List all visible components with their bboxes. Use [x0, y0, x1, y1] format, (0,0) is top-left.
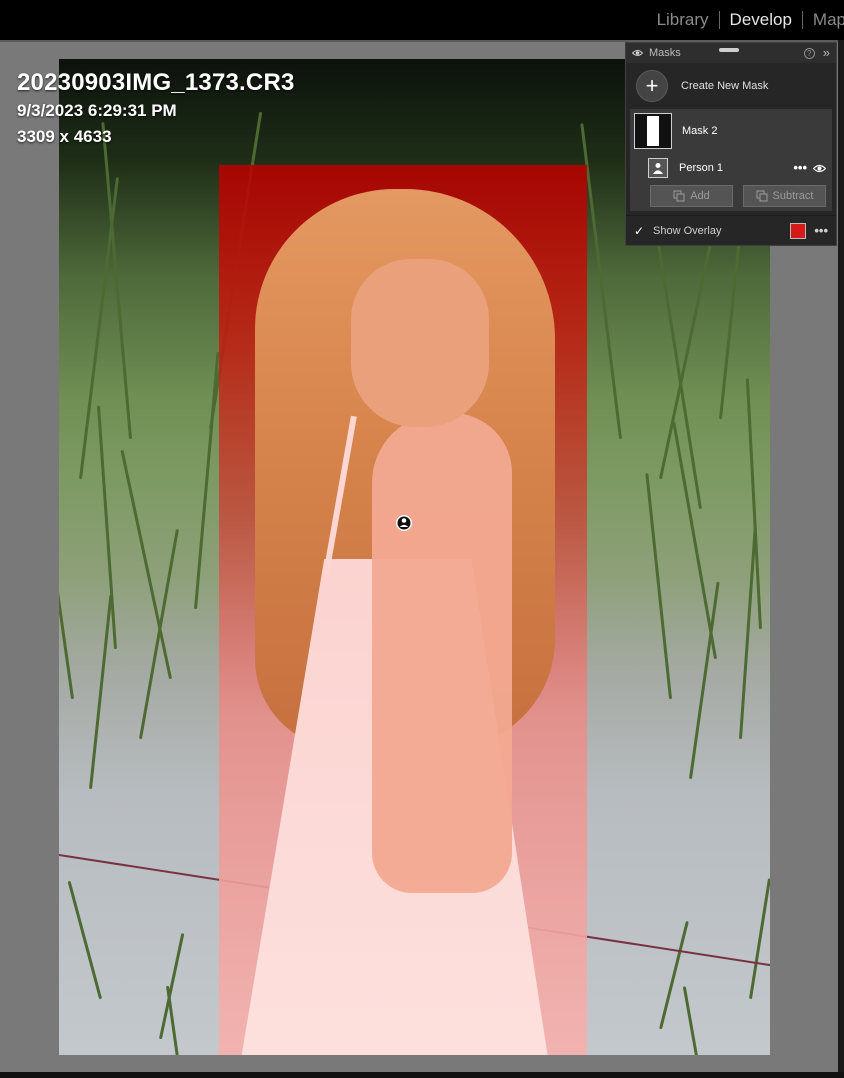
subtract-button[interactable]: Subtract	[743, 185, 826, 207]
subject-face	[351, 259, 489, 427]
person-icon	[648, 158, 668, 178]
visibility-eye-icon[interactable]	[813, 164, 826, 173]
add-subtract-row: Add Subtract	[630, 183, 832, 207]
subtract-mask-icon	[756, 190, 768, 202]
masks-panel: Masks ? » + Create New Mask Mask 2 Perso…	[625, 42, 837, 246]
mask-name[interactable]: Mask 2	[682, 125, 717, 137]
module-picker: Library Develop Map	[0, 0, 844, 40]
grass-blade	[653, 219, 702, 510]
grass-blade	[682, 986, 702, 1055]
grass-blade	[689, 582, 720, 780]
plus-icon[interactable]: +	[636, 70, 668, 102]
component-name: Person 1	[679, 162, 724, 174]
mask-item[interactable]: Mask 2 Person 1 ••• Add Subtract	[630, 109, 832, 211]
mask-row[interactable]: Mask 2	[630, 109, 832, 153]
add-button[interactable]: Add	[650, 185, 733, 207]
create-new-mask-label[interactable]: Create New Mask	[681, 80, 768, 92]
subject-arm	[372, 413, 512, 893]
overlay-options-icon[interactable]: •••	[814, 224, 828, 237]
right-panel-edge	[838, 40, 844, 1072]
grass-blade	[89, 594, 113, 790]
collapse-panel-icon[interactable]: »	[823, 46, 830, 59]
masks-panel-title: Masks	[649, 47, 681, 59]
grass-blade	[59, 474, 74, 700]
photo-datetime: 9/3/2023 6:29:31 PM	[17, 101, 177, 120]
overlay-color-swatch[interactable]	[790, 222, 807, 239]
grass-blade	[749, 878, 770, 1000]
masks-panel-controls: ? »	[803, 46, 830, 59]
grass-blade	[672, 421, 717, 660]
add-button-label: Add	[690, 190, 710, 202]
module-library[interactable]: Library	[647, 0, 719, 40]
mask-component-row[interactable]: Person 1 •••	[630, 153, 832, 183]
module-list: Library Develop Map	[647, 0, 844, 40]
grass-blade	[165, 986, 182, 1055]
add-mask-icon	[673, 190, 685, 202]
mask-thumbnail[interactable]	[634, 113, 672, 149]
module-develop[interactable]: Develop	[720, 0, 802, 40]
panel-drag-handle[interactable]	[719, 48, 739, 52]
mask-pin-icon[interactable]	[395, 514, 413, 532]
more-options-icon[interactable]: •••	[793, 161, 807, 174]
grass-blade	[659, 920, 689, 1030]
grass-blade	[645, 473, 672, 700]
masks-panel-header[interactable]: Masks ? »	[626, 43, 836, 63]
component-controls: •••	[793, 161, 826, 174]
create-new-mask-row[interactable]: + Create New Mask	[626, 63, 836, 109]
grass-blade	[739, 526, 757, 740]
show-overlay-row: ✓ Show Overlay •••	[626, 215, 836, 245]
photo-info-overlay: 20230903IMG_1373.CR3 9/3/2023 6:29:31 PM…	[17, 68, 295, 150]
filmstrip-edge	[0, 1072, 844, 1078]
photo-filename: 20230903IMG_1373.CR3	[17, 69, 295, 96]
help-icon[interactable]: ?	[803, 47, 815, 59]
subtract-button-label: Subtract	[772, 190, 814, 202]
show-overlay-checkbox[interactable]: ✓	[634, 225, 646, 237]
eye-icon[interactable]	[632, 49, 643, 57]
show-overlay-label[interactable]: Show Overlay	[653, 225, 721, 237]
photo-dimensions: 3309 x 4633	[17, 127, 112, 146]
grass-blade	[67, 881, 102, 1000]
module-map[interactable]: Map	[803, 0, 844, 40]
grass-blade	[120, 450, 172, 680]
